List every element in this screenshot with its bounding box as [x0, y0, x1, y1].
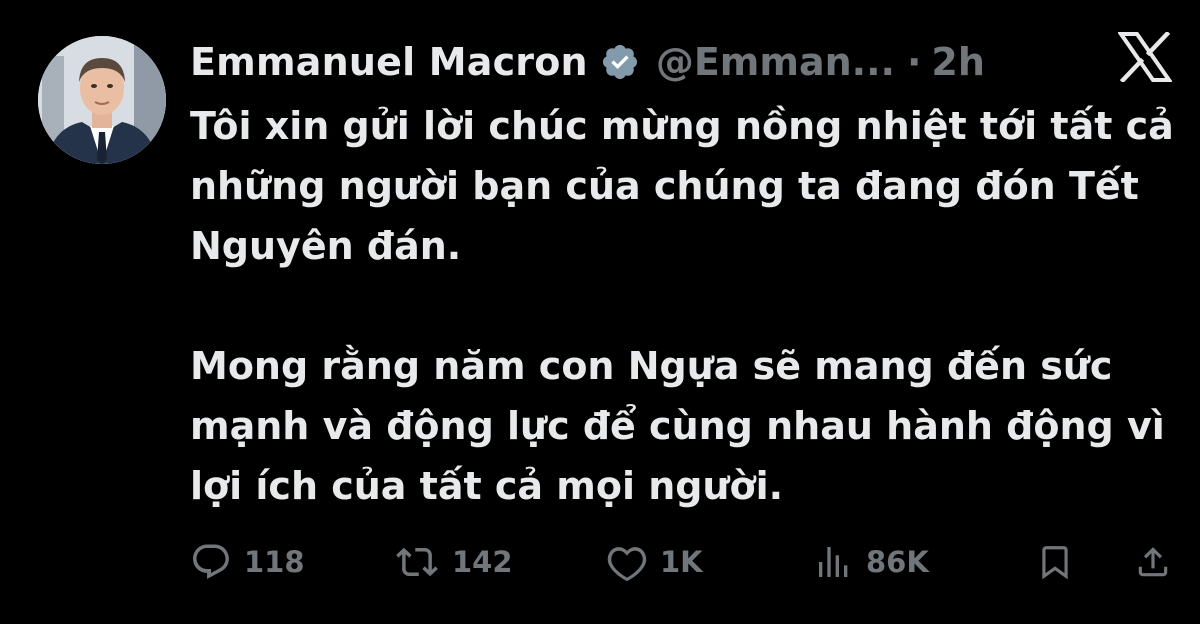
repost-button[interactable]: 142	[394, 536, 513, 588]
tweet-paragraph-1: Tôi xin gửi lời chúc mừng nồng nhiệt tới…	[190, 104, 1174, 268]
bookmark-button[interactable]	[1036, 536, 1074, 588]
heart-icon	[607, 547, 647, 582]
action-bar: 118 142 1K 86K	[190, 536, 1172, 588]
verified-badge-icon[interactable]	[600, 42, 640, 82]
tweet-paragraph-2: Mong rằng năm con Ngựa sẽ mang đến sức m…	[190, 344, 1165, 508]
views-count: 86K	[866, 545, 929, 579]
like-button[interactable]: 1K	[606, 536, 703, 588]
avatar[interactable]	[38, 36, 166, 164]
reply-button[interactable]: 118	[190, 536, 305, 588]
x-logo-icon	[1117, 30, 1173, 84]
share-button[interactable]	[1134, 536, 1172, 588]
display-name[interactable]: Emmanuel Macron	[190, 40, 588, 84]
repost-count: 142	[452, 545, 513, 579]
like-count: 1K	[660, 545, 703, 579]
views-icon	[819, 547, 848, 577]
repost-icon	[396, 547, 438, 577]
share-icon	[1138, 547, 1168, 577]
separator-dot: ·	[906, 40, 922, 84]
reply-icon	[193, 544, 229, 579]
tweet-text: Tôi xin gửi lời chúc mừng nồng nhiệt tới…	[190, 96, 1180, 516]
timestamp[interactable]: 2h	[931, 40, 985, 84]
bookmark-icon	[1042, 546, 1068, 580]
views-button[interactable]: 86K	[814, 536, 929, 588]
tweet-card: Emmanuel Macron @Emman... · 2h Tôi xin g…	[0, 0, 1200, 624]
reply-count: 118	[244, 545, 305, 579]
avatar-photo	[38, 36, 166, 164]
tweet-header: Emmanuel Macron @Emman... · 2h	[190, 34, 985, 90]
user-handle[interactable]: @Emman...	[656, 40, 895, 84]
